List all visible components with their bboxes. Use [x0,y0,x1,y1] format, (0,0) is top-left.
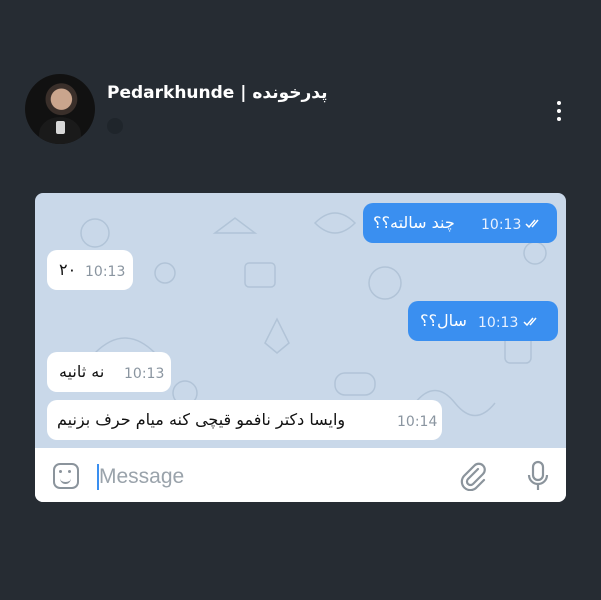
kebab-menu-icon[interactable] [552,99,566,125]
message-text: چند سالته؟؟ [373,213,455,232]
message-text: ۲۰ [59,260,77,279]
message-text: نه ثانیه [59,362,105,381]
message-bubble-outgoing[interactable]: چند سالته؟؟ 10:13 [363,203,557,243]
avatar[interactable] [25,74,95,144]
message-input[interactable] [99,462,349,492]
message-text: وایسا دکتر نافمو قیچی کنه میام حرف بزنیم [57,410,346,429]
message-text: سال؟؟ [420,311,467,330]
double-check-icon [523,317,537,326]
message-input-bar [35,448,566,502]
message-bubble-incoming[interactable]: ۲۰ 10:13 [47,250,133,290]
message-time: 10:13 [124,366,165,382]
chat-title[interactable]: Pedarkhunde | پدرخونده [107,83,328,103]
message-time: 10:14 [397,414,438,430]
sticker-icon[interactable] [53,463,79,489]
message-bubble-outgoing[interactable]: سال؟؟ 10:13 [408,301,558,341]
message-bubble-incoming[interactable]: وایسا دکتر نافمو قیچی کنه میام حرف بزنیم… [47,400,442,440]
chat-header: Pedarkhunde | پدرخونده [0,0,601,150]
message-time: 10:13 [481,217,522,233]
message-bubble-incoming[interactable]: نه ثانیه 10:13 [47,352,171,392]
message-time: 10:13 [85,264,126,280]
status-indicator [107,118,123,134]
microphone-icon[interactable] [525,460,551,492]
message-time: 10:13 [478,315,519,331]
chat-window: چند سالته؟؟ 10:13 ۲۰ 10:13 سال؟؟ 10:13 ن… [35,193,566,502]
paperclip-icon[interactable] [459,461,487,491]
double-check-icon [525,219,539,228]
